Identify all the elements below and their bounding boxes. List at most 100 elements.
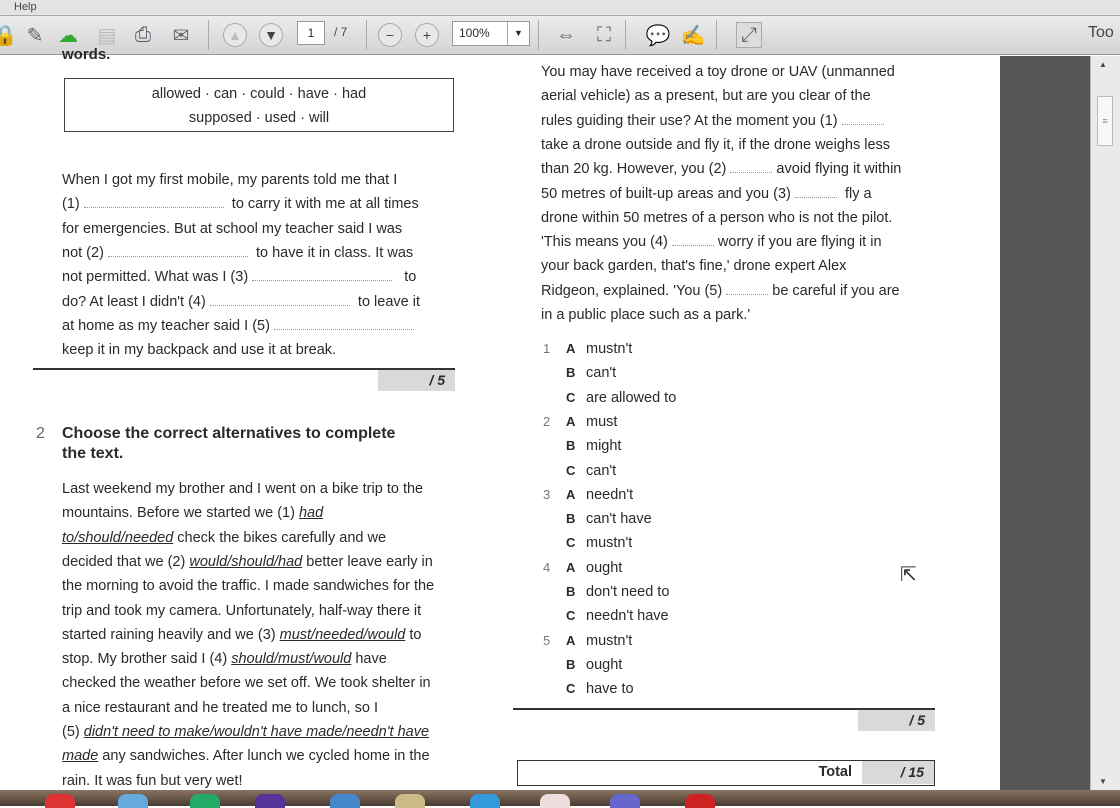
viewer-background <box>1000 56 1090 790</box>
exercise-1-heading-fragment: words. <box>62 46 111 63</box>
option-text: ought <box>586 656 623 673</box>
text-segment: any sandwiches. After lunch we cycled ho… <box>98 748 430 765</box>
page-number-input[interactable]: 1 <box>297 21 325 45</box>
answer-alternatives: didn't need to make/wouldn't have made/n… <box>83 724 430 740</box>
text-line: to/should/needed check the bikes careful… <box>62 529 386 547</box>
chevron-down-icon[interactable]: ▼ <box>507 22 529 45</box>
text-segment: fly a <box>836 185 872 202</box>
fit-page-icon[interactable]: ⛶ <box>591 22 617 48</box>
option-letter: A <box>566 413 576 429</box>
text-segment: You may have received a toy drone or UAV… <box>541 64 895 80</box>
option-text: needn't have <box>586 608 669 625</box>
zoom-value: 100% <box>459 26 490 40</box>
text-segment: take a drone outside and fly it, if the … <box>541 136 891 153</box>
page-count: / 7 <box>334 25 348 39</box>
option-letter: B <box>566 656 576 672</box>
text-segment: better leave early in <box>302 553 433 570</box>
text-segment: have <box>351 651 387 668</box>
answer-alternatives: should/must/would <box>231 651 352 668</box>
text-line: a nice restaurant and he treated me to l… <box>62 699 378 717</box>
text-segment: not permitted. What was I (3) <box>62 269 253 286</box>
option-letter: C <box>566 681 576 697</box>
option-letter: B <box>566 438 576 454</box>
previous-page-button[interactable]: ▲ <box>223 23 247 47</box>
text-segment: decided that we (2) <box>62 553 190 570</box>
answer-blank <box>794 186 837 198</box>
text-line: the morning to avoid the traffic. I made… <box>62 577 434 595</box>
option-letter: A <box>566 559 576 575</box>
full-screen-icon[interactable]: ⤢ <box>736 22 762 48</box>
text-segment: started raining heavily and we (3) <box>62 626 280 643</box>
zoom-select[interactable]: 100% ▼ <box>452 21 530 46</box>
total-label: Total <box>818 764 852 780</box>
divider <box>716 20 717 50</box>
comment-icon[interactable]: 💬 <box>645 22 671 48</box>
zoom-in-button[interactable]: + <box>415 23 439 47</box>
toolbar: 🔒 ✎ ☁ ▤ ⎙ ✉ ▲ ▼ − + ⇔ ⛶ 💬 ✍ ⤢ <box>0 15 1120 55</box>
option-text: ought <box>586 559 623 576</box>
text-line: You may have received a toy drone or UAV… <box>541 63 895 81</box>
question-number: 3 <box>543 486 551 502</box>
text-line: (1) to carry it with me at all times <box>62 195 419 213</box>
zoom-out-button[interactable]: − <box>378 23 402 47</box>
text-segment: the morning to avoid the traffic. I made… <box>62 578 435 595</box>
taskbar <box>0 790 1120 808</box>
cloud-upload-icon[interactable]: ☁ <box>55 22 81 48</box>
question-number: 4 <box>543 559 551 575</box>
text-line: at home as my teacher said I (5) <box>62 317 414 335</box>
text-line: stop. My brother said I (4) should/must/… <box>62 650 387 668</box>
lock-icon[interactable]: 🔒 <box>0 22 18 48</box>
text-segment: check the bikes carefully and we <box>173 529 387 546</box>
text-line: When I got my first mobile, my parents t… <box>62 171 397 189</box>
text-line: for emergencies. But at school my teache… <box>62 220 402 238</box>
answer-blank <box>730 161 773 174</box>
next-page-button[interactable]: ▼ <box>259 23 283 47</box>
menu-bar: Help <box>0 0 1120 15</box>
option-letter: C <box>566 608 576 624</box>
option-text: must <box>586 413 618 430</box>
scrollbar-thumb[interactable]: ≡ <box>1097 96 1113 146</box>
tools-button[interactable]: Too <box>1088 24 1114 42</box>
text-segment: to <box>405 626 422 643</box>
exercise-2-heading: the text. <box>62 445 124 462</box>
word-box-line: supposed · used · will <box>188 110 330 126</box>
option-text: are allowed to <box>586 389 677 406</box>
option-letter: C <box>566 462 576 478</box>
text-line: made any sandwiches. After lunch we cycl… <box>62 747 430 765</box>
text-segment: to leave it <box>349 293 420 310</box>
option-text: can't <box>586 365 617 382</box>
option-letter: B <box>566 365 576 381</box>
divider <box>538 20 539 50</box>
text-segment: to carry it with me at all times <box>223 196 419 213</box>
answer-alternatives: would/should/had <box>189 553 303 570</box>
print-icon[interactable]: ⎙ <box>130 22 156 48</box>
divider <box>625 20 626 50</box>
text-line: keep it in my backpack and use it at bre… <box>62 341 336 359</box>
text-segment: do? At least I didn't (4) <box>62 293 210 310</box>
menu-help[interactable]: Help <box>14 1 37 14</box>
text-segment: than 20 kg. However, you (2) <box>541 161 731 178</box>
fit-width-icon[interactable]: ⇔ <box>553 22 579 48</box>
text-segment: drone within 50 metres of a person who i… <box>541 209 893 226</box>
text-line: rules guiding their use? At the moment y… <box>541 112 884 130</box>
scroll-down-icon[interactable]: ▼ <box>1099 777 1107 786</box>
mouse-cursor-icon: ⇱ <box>900 564 917 586</box>
total-score: / 15 <box>862 761 934 784</box>
answer-blank <box>209 294 350 306</box>
email-icon[interactable]: ✉ <box>168 22 194 48</box>
text-segment: rain. It was fun but very wet! <box>62 772 243 789</box>
option-letter: B <box>566 511 576 527</box>
save-icon[interactable]: ▤ <box>94 22 120 48</box>
text-line: aerial vehicle) as a present, but are yo… <box>541 87 871 105</box>
option-text: have to <box>586 681 634 698</box>
option-text: mustn't <box>586 341 633 357</box>
text-segment: mountains. Before we started we (1) <box>62 505 299 522</box>
vertical-scrollbar[interactable]: ▲ ≡ ▼ <box>1090 56 1120 790</box>
highlight-icon[interactable]: ✍ <box>680 22 706 48</box>
option-letter: A <box>566 486 576 502</box>
text-segment: (5) <box>62 724 84 740</box>
scroll-up-icon[interactable]: ▲ <box>1099 60 1107 69</box>
answer-alternatives: made <box>62 748 99 765</box>
text-line: (5) didn't need to make/wouldn't have ma… <box>62 723 429 741</box>
edit-document-icon[interactable]: ✎ <box>22 22 48 48</box>
